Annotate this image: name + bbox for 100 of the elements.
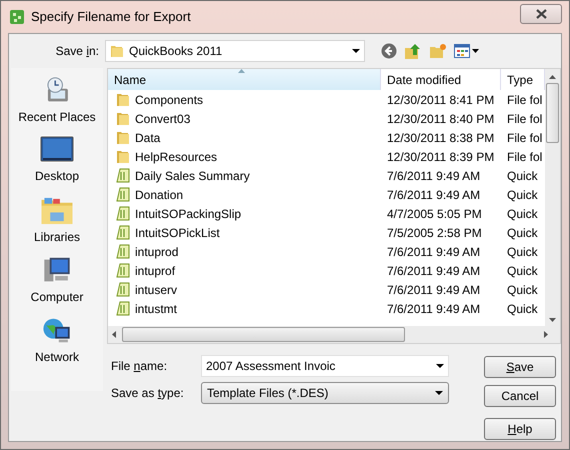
file-row[interactable]: HelpResources 12/30/2011 8:39 PM File fol [108, 147, 545, 166]
sort-icon [238, 69, 245, 73]
date-modified: 12/30/2011 8:41 PM [387, 92, 494, 106]
new-folder-icon[interactable] [429, 43, 447, 59]
window-title: Specify Filename for Export [31, 8, 191, 26]
document-icon [116, 187, 130, 202]
document-icon [116, 206, 130, 221]
places-item[interactable]: Network [13, 316, 101, 366]
horizontal-scrollbar[interactable] [108, 326, 560, 343]
save-as-type-label: Save as type: [110, 385, 185, 402]
date-modified: 7/6/2011 9:49 AM [387, 188, 480, 202]
file-row[interactable]: IntuitSOPackingSlip 4/7/2005 5:05 PM Quick [108, 204, 545, 223]
scroll-right-icon [544, 331, 548, 338]
file-type: Quick [507, 264, 538, 278]
folder-up-icon[interactable] [404, 42, 422, 60]
scroll-up-icon [549, 75, 556, 79]
file-type: File fol [507, 150, 542, 164]
date-modified: 7/6/2011 9:49 AM [387, 282, 480, 296]
file-name: IntuitSOPickList [135, 224, 220, 242]
file-type: File fol [507, 92, 542, 106]
file-name: HelpResources [135, 148, 218, 166]
document-icon [116, 263, 130, 278]
app-icon [9, 9, 25, 25]
file-row[interactable]: Components 12/30/2011 8:41 PM File fol [108, 90, 545, 109]
dialog-button[interactable]: Save [484, 356, 556, 378]
close-icon [536, 9, 546, 19]
folder-icon [116, 150, 130, 164]
date-modified: 12/30/2011 8:39 PM [387, 150, 494, 164]
folder-icon [116, 130, 130, 144]
monitor-icon [40, 136, 74, 164]
vertical-scrollbar[interactable] [545, 69, 560, 326]
file-name: Components [135, 92, 204, 108]
library-folder-icon [40, 196, 74, 225]
view-grid-icon [454, 44, 470, 58]
date-modified: 7/6/2011 9:49 AM [387, 244, 480, 258]
file-row[interactable]: intuprof 7/6/2011 9:49 AM Quick [108, 261, 545, 280]
file-name-field[interactable]: 2007 Assessment Invoic [201, 355, 449, 377]
document-icon [116, 282, 130, 297]
places-item[interactable]: Recent Places [13, 76, 101, 126]
file-row[interactable]: Data 12/30/2011 8:38 PM File fol [108, 128, 545, 147]
back-icon[interactable] [381, 43, 397, 59]
file-type: Quick [507, 206, 538, 220]
file-type-value: Template Files (*.DES) [207, 385, 328, 402]
file-row[interactable]: Donation 7/6/2011 9:49 AM Quick [108, 185, 545, 204]
file-type: Quick [507, 282, 538, 296]
file-name: Donation [135, 186, 184, 204]
save-in-label: Save in: [54, 43, 100, 60]
date-modified: 12/30/2011 8:38 PM [387, 130, 494, 144]
document-icon [116, 168, 130, 183]
places-item[interactable]: Desktop [13, 136, 101, 186]
caret-icon [436, 364, 444, 368]
file-row[interactable]: intustmt 7/6/2011 9:49 AM Quick [108, 299, 545, 318]
folder-icon [116, 92, 130, 106]
date-modified: 7/6/2011 9:49 AM [387, 264, 480, 278]
caret-icon [352, 49, 360, 53]
scroll-left-icon [112, 331, 116, 338]
folder-name: QuickBooks 2011 [129, 43, 222, 60]
date-modified: 12/30/2011 8:40 PM [387, 112, 494, 126]
caret-icon [472, 49, 479, 53]
file-row[interactable]: intuprod 7/6/2011 9:49 AM Quick [108, 242, 545, 261]
scroll-thumb[interactable] [546, 83, 559, 143]
date-modified: 4/7/2005 5:05 PM [387, 206, 482, 220]
document-icon [116, 244, 130, 259]
file-name: intuprof [135, 262, 176, 280]
file-row[interactable]: Daily Sales Summary 7/6/2011 9:49 AM Quick [108, 166, 545, 185]
close-button[interactable] [520, 4, 562, 24]
file-name: intuprod [135, 244, 178, 260]
view-menu-button[interactable] [454, 44, 479, 58]
file-name: Daily Sales Summary [135, 168, 250, 184]
file-type: Quick [507, 244, 538, 258]
file-name-value: 2007 Assessment Invoic [206, 358, 336, 375]
save-as-type-dropdown[interactable]: Template Files (*.DES) [201, 382, 449, 404]
dialog-button[interactable]: Cancel [484, 385, 556, 407]
file-row[interactable]: intuserv 7/6/2011 9:49 AM Quick [108, 280, 545, 299]
folder-icon [116, 112, 130, 126]
file-type: File fol [507, 130, 542, 144]
save-in-dropdown[interactable]: QuickBooks 2011 [105, 40, 365, 62]
file-name-label: File name: [110, 358, 168, 375]
file-type: Quick [507, 168, 538, 182]
file-row[interactable]: IntuitSOPickList 7/5/2005 2:58 PM Quick [108, 223, 545, 242]
date-modified: 7/5/2005 2:58 PM [387, 226, 482, 240]
document-icon [116, 301, 130, 316]
dialog-button[interactable]: Help [484, 418, 556, 440]
places-item[interactable]: Libraries [13, 196, 101, 246]
file-type: File fol [507, 112, 542, 126]
file-type: Quick [507, 226, 538, 240]
scroll-down-icon [549, 318, 556, 322]
column-header[interactable]: Name [108, 69, 381, 90]
file-name: Convert03 [135, 110, 190, 128]
date-modified: 7/6/2011 9:49 AM [387, 168, 480, 182]
scroll-thumb[interactable] [122, 327, 405, 342]
caret-icon [435, 391, 443, 395]
file-row[interactable]: Convert03 12/30/2011 8:40 PM File fol [108, 109, 545, 128]
document-icon [116, 225, 130, 240]
folder-icon [110, 44, 124, 58]
file-name: IntuitSOPackingSlip [135, 206, 242, 222]
file-type: Quick [507, 188, 538, 202]
places-item[interactable]: Computer [13, 256, 101, 306]
file-name: Data [135, 130, 160, 146]
file-type: Quick [507, 302, 538, 316]
